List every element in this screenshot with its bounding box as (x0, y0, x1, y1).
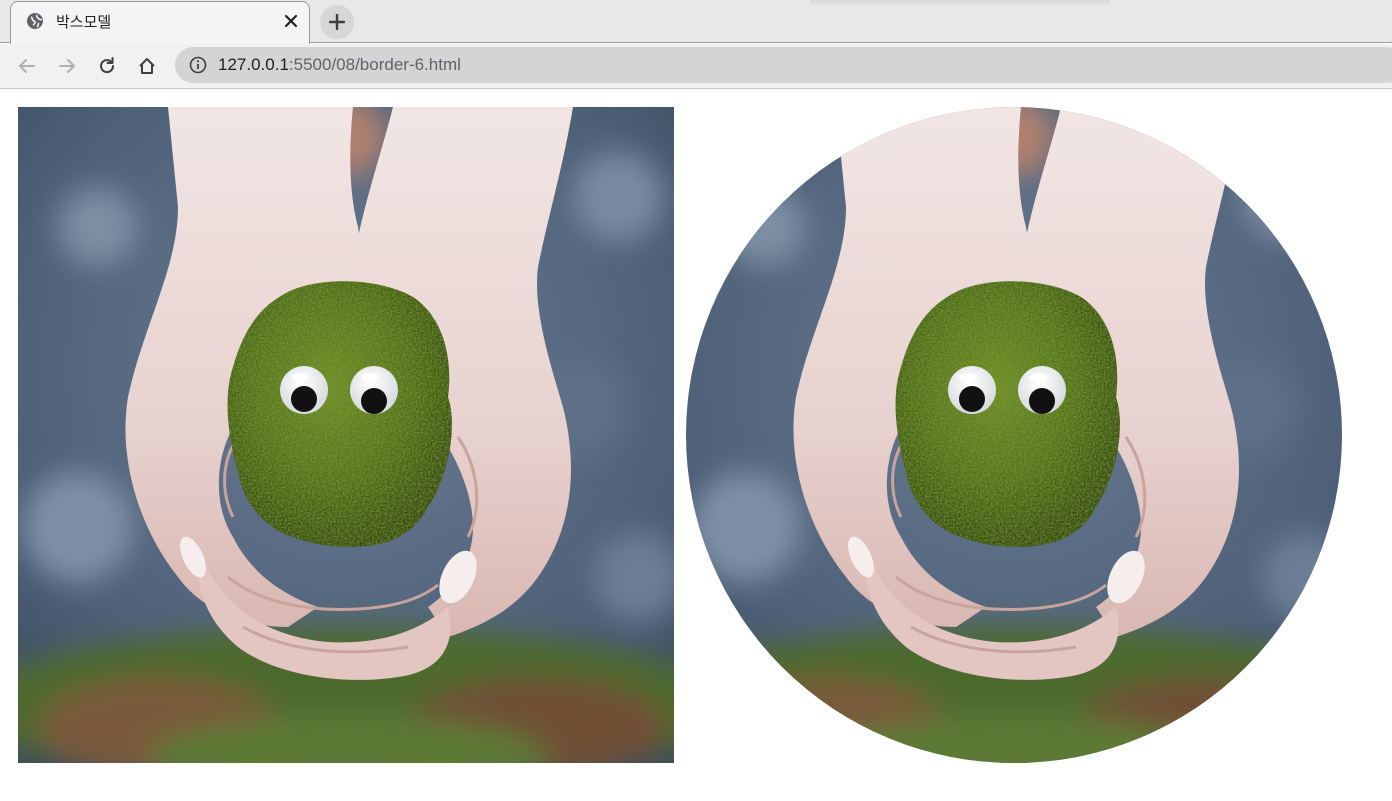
url-text[interactable]: 127.0.0.1:5500/08/border-6.html (218, 55, 461, 75)
info-icon[interactable] (189, 56, 207, 74)
home-icon (139, 58, 155, 74)
globe-icon (26, 12, 44, 30)
page-viewport (0, 90, 1392, 801)
new-tab-button[interactable] (320, 5, 354, 39)
tab-title: 박스모델 (56, 13, 112, 31)
moss-creature-photo-circle (686, 107, 1342, 763)
arrow-left-icon (19, 59, 35, 73)
close-icon[interactable] (283, 13, 299, 29)
browser-toolbar: 127.0.0.1:5500/08/border-6.html (0, 44, 1392, 89)
url-path: :5500/08/border-6.html (288, 55, 461, 74)
arrow-right-icon (59, 59, 75, 73)
moss-creature-photo-square (18, 107, 674, 763)
forward-button[interactable] (54, 53, 80, 79)
url-host: 127.0.0.1 (218, 55, 289, 74)
home-button[interactable] (134, 53, 160, 79)
reload-icon (100, 57, 115, 74)
address-bar[interactable]: 127.0.0.1:5500/08/border-6.html (175, 47, 1392, 83)
browser-tab[interactable]: 박스모델 (10, 1, 310, 44)
plus-icon (329, 14, 345, 30)
tab-strip: 박스모델 (0, 0, 1392, 44)
tab-strip-shadow (810, 0, 1110, 6)
back-button[interactable] (14, 53, 40, 79)
reload-button[interactable] (94, 53, 120, 79)
